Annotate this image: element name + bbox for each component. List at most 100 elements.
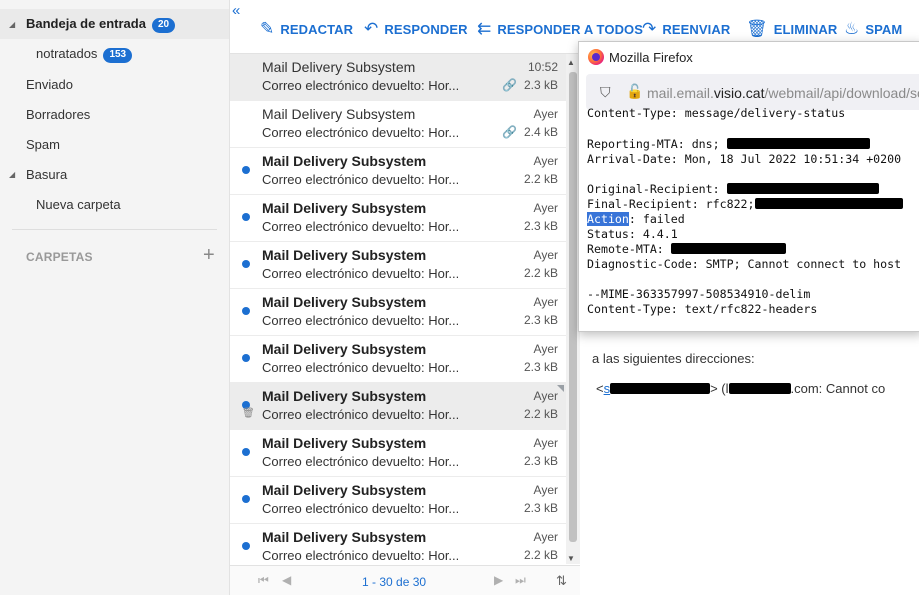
message-size: 2.2 kB	[523, 407, 558, 421]
first-page-icon[interactable]: ⏮	[258, 573, 269, 588]
message-subject: Correo electrónico devuelto: Hor...	[262, 501, 458, 516]
divider	[12, 229, 217, 230]
forward-icon: ↷	[642, 19, 657, 38]
last-page-icon[interactable]: ⏭	[515, 573, 526, 588]
fire-icon: ♨	[844, 19, 860, 38]
raw-line: Action: failed	[587, 212, 685, 226]
message-sender: Mail Delivery Subsystem	[262, 341, 427, 357]
message-row[interactable]: Mail Delivery Subsystem Ayer Correo elec…	[230, 430, 566, 477]
folder-pane: ◢ Bandeja de entrada 20 notratados 153 Env…	[0, 0, 230, 595]
message-subject: Correo electrónico devuelto: Hor...	[262, 313, 458, 328]
sort-icon[interactable]: ⇅	[556, 573, 567, 589]
raw-line: Content-Type: text/rfc822-headers	[587, 302, 818, 316]
message-row[interactable]: Mail Delivery Subsystem Ayer Correo elec…	[230, 195, 566, 242]
message-date: Ayer	[533, 530, 558, 544]
message-sender: Mail Delivery Subsystem	[262, 106, 416, 122]
unread-dot-icon[interactable]	[242, 166, 250, 174]
message-sender: Mail Delivery Subsystem	[262, 435, 427, 451]
raw-line: Diagnostic-Code: SMTP; Cannot connect to…	[587, 257, 902, 271]
collapse-triangle-icon[interactable]: ◢	[9, 20, 15, 29]
insecure-lock-icon[interactable]: 🔓	[626, 83, 643, 100]
unread-dot-icon[interactable]	[242, 260, 250, 268]
attachment-icon: 🔗	[502, 78, 517, 92]
firefox-popup-window[interactable]: Mozilla Firefox ⛉ 🔓 mail.email.visio.cat…	[578, 41, 919, 332]
message-row[interactable]: Mail Delivery Subsystem 10:52 Correo ele…	[230, 54, 566, 101]
message-row[interactable]: Mail Delivery Subsystem Ayer Correo elec…	[230, 148, 566, 195]
folder-spam[interactable]: Spam	[0, 129, 229, 159]
spam-button[interactable]: ♨ SPAM	[844, 19, 902, 39]
reply-all-label: RESPONDER A TODOS	[497, 21, 644, 37]
forward-label: REENVIAR	[662, 21, 731, 37]
message-sender: Mail Delivery Subsystem	[262, 59, 416, 75]
pager: ⏮ ◀ 1 - 30 de 30 ▶ ⏭ ⇅	[230, 565, 580, 595]
message-sender: Mail Delivery Subsystem	[262, 482, 427, 498]
scroll-up-icon[interactable]: ▲	[567, 58, 575, 67]
message-subject: Correo electrónico devuelto: Hor...	[262, 219, 458, 234]
message-row[interactable]: Mail Delivery Subsystem Ayer Correo elec…	[230, 289, 566, 336]
folder-label: notratados	[36, 45, 98, 61]
message-date: Ayer	[533, 154, 558, 168]
next-page-icon[interactable]: ▶	[494, 573, 503, 587]
unread-dot-icon[interactable]	[242, 495, 250, 503]
message-date: Ayer	[533, 483, 558, 497]
message-row[interactable]: Mail Delivery Subsystem Ayer Correo elec…	[230, 524, 566, 571]
window-title: Mozilla Firefox	[609, 50, 693, 65]
collapse-pane-icon[interactable]: «	[232, 2, 240, 19]
unread-dot-icon[interactable]	[242, 542, 250, 550]
attachment-icon: 🔗	[502, 125, 517, 139]
message-subject: Correo electrónico devuelto: Hor...	[262, 360, 458, 375]
message-sender: Mail Delivery Subsystem	[262, 294, 427, 310]
reply-button[interactable]: ↶ RESPONDER	[364, 19, 468, 39]
message-row[interactable]: Mail Delivery Subsystem Ayer Correo elec…	[230, 336, 566, 383]
prev-page-icon[interactable]: ◀	[282, 573, 291, 587]
delete-button[interactable]: 🗑 ELIMINAR	[746, 19, 837, 39]
redaction	[754, 198, 903, 209]
folder-sent[interactable]: Enviado	[0, 69, 229, 99]
plus-icon[interactable]: +	[203, 244, 215, 266]
folder-nueva-carpeta[interactable]: Nueva carpeta	[0, 189, 229, 219]
folder-inbox[interactable]: ◢ Bandeja de entrada 20	[0, 9, 229, 39]
folder-label: Nueva carpeta	[36, 196, 121, 212]
trash-icon[interactable]: 🗑	[242, 408, 255, 419]
redaction	[670, 243, 786, 254]
redaction	[726, 138, 870, 149]
unread-dot-icon[interactable]	[242, 213, 250, 221]
folder-notratados[interactable]: notratados 153	[0, 39, 229, 69]
scroll-down-icon[interactable]: ▼	[567, 554, 575, 563]
raw-line: Original-Recipient:	[587, 182, 879, 196]
url-bar[interactable]: ⛉ 🔓 mail.email.visio.cat/webmail/api/dow…	[586, 74, 919, 110]
message-row[interactable]: Mail Delivery Subsystem Ayer Correo elec…	[230, 242, 566, 289]
message-size: 2.3 kB	[523, 78, 558, 92]
message-list: Mail Delivery Subsystem 10:52 Correo ele…	[230, 54, 566, 571]
pencil-icon: ✎	[260, 19, 275, 38]
raw-line: --MIME-363357997-508534910-delim	[587, 287, 811, 301]
folder-drafts[interactable]: Borradores	[0, 99, 229, 129]
shield-icon[interactable]: ⛉	[600, 84, 611, 101]
reply-all-button[interactable]: ⇇ RESPONDER A TODOS	[477, 19, 643, 39]
compose-button[interactable]: ✎ REDACTAR	[260, 19, 353, 39]
raw-line: Content-Type: message/delivery-status	[587, 106, 846, 120]
unread-dot-icon[interactable]	[242, 354, 250, 362]
search-highlight: Action	[587, 212, 629, 226]
message-sender: Mail Delivery Subsystem	[262, 388, 427, 404]
unread-dot-icon[interactable]	[242, 448, 250, 456]
raw-message-body: Content-Type: message/delivery-status Re…	[579, 106, 919, 331]
forward-button[interactable]: ↷ REENVIAR	[642, 19, 730, 39]
message-size: 2.3 kB	[523, 313, 558, 327]
recipient-link[interactable]: s	[604, 381, 711, 396]
message-sender: Mail Delivery Subsystem	[262, 529, 427, 545]
message-row[interactable]: Mail Delivery Subsystem Ayer Correo elec…	[230, 477, 566, 524]
folder-trash[interactable]: ◢ Basura	[0, 159, 229, 189]
folder-label: Borradores	[26, 106, 91, 122]
list-scrollbar-thumb[interactable]	[569, 72, 577, 542]
reply-label: RESPONDER	[384, 21, 468, 37]
collapse-triangle-icon[interactable]: ◢	[9, 170, 15, 179]
message-row[interactable]: Mail Delivery Subsystem Ayer Correo elec…	[230, 101, 566, 148]
message-sender: Mail Delivery Subsystem	[262, 247, 427, 263]
message-sender: Mail Delivery Subsystem	[262, 153, 427, 169]
message-size: 2.2 kB	[523, 548, 558, 562]
unread-dot-icon[interactable]	[242, 307, 250, 315]
window-titlebar[interactable]: Mozilla Firefox	[579, 42, 919, 72]
message-row[interactable]: Mail Delivery Subsystem Ayer 🗑 Correo el…	[230, 383, 566, 430]
folder-label: Spam	[26, 136, 60, 152]
